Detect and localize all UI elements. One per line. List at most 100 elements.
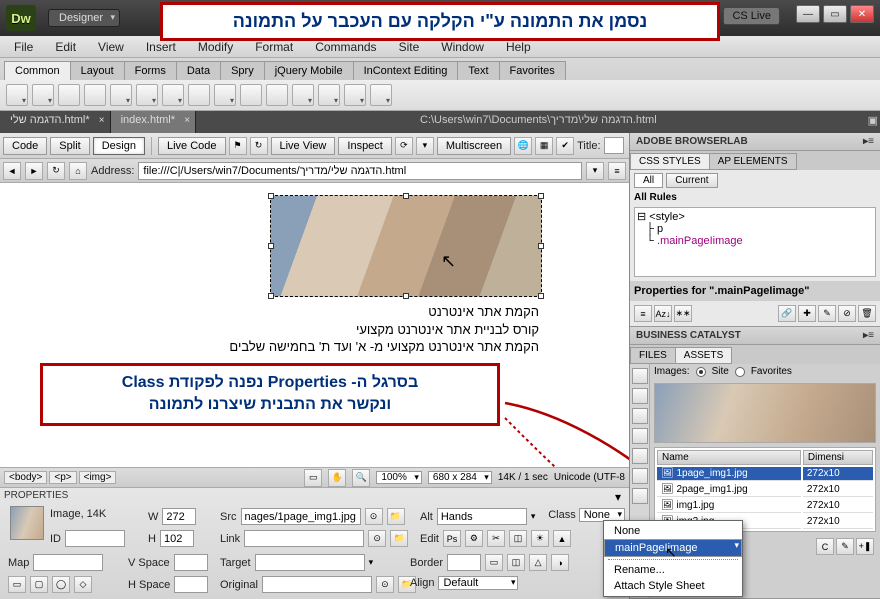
close-button[interactable]: ✕: [850, 5, 874, 23]
properties-collapse-icon[interactable]: ▾: [615, 490, 621, 504]
address-input[interactable]: [138, 162, 582, 180]
delete-rule-icon[interactable]: 🗑: [858, 305, 876, 322]
live-code-button[interactable]: Live Code: [158, 137, 226, 155]
edit-asset-icon[interactable]: ✎: [836, 538, 854, 555]
refresh-assets-icon[interactable]: C: [816, 538, 834, 555]
doc-tab-1[interactable]: index.html*×: [111, 111, 196, 133]
col-dim[interactable]: Dimensi: [803, 450, 873, 465]
point-to-file-icon[interactable]: ⊙: [368, 530, 386, 547]
favorites-radio[interactable]: [735, 367, 745, 377]
original-input[interactable]: [262, 576, 372, 593]
border-tool3-icon[interactable]: △: [529, 554, 547, 571]
assets-tab[interactable]: ASSETS: [675, 347, 732, 364]
insert-tab-layout[interactable]: Layout: [70, 61, 125, 80]
id-input[interactable]: [65, 530, 125, 547]
cs-live-button[interactable]: CS Live: [723, 7, 780, 25]
window-size-select[interactable]: 680 x 284: [428, 471, 492, 484]
view-options-icon[interactable]: ▾: [416, 137, 434, 155]
link-input[interactable]: [244, 530, 364, 547]
point-to-file-icon[interactable]: ⊙: [376, 576, 394, 593]
asset-media-icon[interactable]: [632, 428, 648, 444]
inspect-button[interactable]: Inspect: [338, 137, 391, 155]
map-input[interactable]: [33, 554, 103, 571]
disable-rule-icon[interactable]: ⊘: [838, 305, 856, 322]
browse-icon[interactable]: 📁: [387, 508, 405, 525]
collapse-doc-icon[interactable]: ▣: [868, 114, 878, 127]
insert-anchor-icon[interactable]: [58, 84, 80, 106]
border-tool2-icon[interactable]: ◫: [507, 554, 525, 571]
pointer-hotspot-icon[interactable]: ▭: [8, 576, 26, 593]
asset-row[interactable]: 🖼 img1.jpg272x10: [657, 499, 873, 513]
css-cat-icon[interactable]: ≡: [634, 305, 652, 322]
h-input[interactable]: [160, 530, 194, 547]
col-name[interactable]: Name: [657, 450, 801, 465]
insert-tab-spry[interactable]: Spry: [220, 61, 265, 80]
insert-tab-jquery[interactable]: jQuery Mobile: [264, 61, 354, 80]
doc-tab-0[interactable]: הדגמה שלי.html*×: [0, 111, 111, 133]
browser-nav-icon[interactable]: ⟳: [395, 137, 413, 155]
insert-ssi-icon[interactable]: [240, 84, 262, 106]
vspace-input[interactable]: [174, 554, 208, 571]
edit-rule-icon[interactable]: ✎: [818, 305, 836, 322]
class-attach[interactable]: Attach Style Sheet: [604, 578, 742, 594]
asset-row[interactable]: 🖼 2page_img1.jpg272x10: [657, 483, 873, 497]
insert-tag-icon[interactable]: [370, 84, 392, 106]
border-input[interactable]: [447, 554, 481, 571]
asset-row[interactable]: 🖼 1page_img1.jpg272x10: [657, 467, 873, 481]
workspace-layout-dropdown[interactable]: Designer: [48, 9, 120, 27]
insert-script-icon[interactable]: [318, 84, 340, 106]
class-rename[interactable]: Rename...: [604, 562, 742, 578]
edit-ps-icon[interactable]: Ps: [443, 530, 461, 547]
close-icon[interactable]: ×: [99, 115, 105, 126]
css-all-button[interactable]: All: [634, 173, 663, 188]
nav-home-icon[interactable]: ⌂: [69, 162, 87, 180]
border-tool-icon[interactable]: ▭: [485, 554, 503, 571]
sharpen-icon[interactable]: ▲: [553, 530, 571, 547]
asset-library-icon[interactable]: [632, 488, 648, 504]
nav-refresh-icon[interactable]: ↻: [47, 162, 65, 180]
w-input[interactable]: [162, 508, 196, 525]
asset-colors-icon[interactable]: [632, 388, 648, 404]
resample-icon[interactable]: ◫: [509, 530, 527, 547]
files-tab[interactable]: FILES: [630, 347, 676, 364]
menu-edit[interactable]: Edit: [45, 38, 86, 56]
hspace-input[interactable]: [174, 576, 208, 593]
validate-icon[interactable]: ✔: [556, 137, 574, 155]
insert-table-icon[interactable]: [84, 84, 106, 106]
business-catalyst-header[interactable]: BUSINESS CATALYST▸≡: [630, 327, 880, 344]
align-select[interactable]: Default: [438, 576, 518, 590]
edit-settings-icon[interactable]: ⚙: [465, 530, 483, 547]
zoom-tool-icon[interactable]: 🔍: [352, 469, 370, 487]
tag-selector[interactable]: <body><p><img>: [4, 472, 118, 483]
insert-media-icon[interactable]: [162, 84, 184, 106]
add-favorite-icon[interactable]: +❚: [856, 538, 874, 555]
oval-hotspot-icon[interactable]: ◯: [52, 576, 70, 593]
page-title-input[interactable]: [604, 137, 624, 154]
ap-elements-tab[interactable]: AP ELEMENTS: [709, 153, 797, 170]
browse-icon[interactable]: 📁: [390, 530, 408, 547]
src-input[interactable]: [241, 508, 361, 525]
alt-input[interactable]: [437, 508, 527, 525]
multiscreen-button[interactable]: Multiscreen: [437, 137, 511, 155]
insert-comment-icon[interactable]: [266, 84, 288, 106]
css-rules-tree[interactable]: ⊟ <style> ├ p └ .mainPageIimage: [634, 207, 876, 277]
zoom-select[interactable]: 100%: [376, 471, 422, 484]
minimize-button[interactable]: —: [796, 5, 820, 23]
css-set-icon[interactable]: ∗∗: [674, 305, 692, 322]
maximize-button[interactable]: ▭: [823, 5, 847, 23]
insert-tab-incontext[interactable]: InContext Editing: [353, 61, 459, 80]
view-design-button[interactable]: Design: [93, 137, 145, 155]
insert-tab-data[interactable]: Data: [176, 61, 221, 80]
insert-hyperlink-icon[interactable]: [6, 84, 28, 106]
asset-images-icon[interactable]: [632, 368, 648, 384]
target-input[interactable]: [255, 554, 365, 571]
rect-hotspot-icon[interactable]: ▢: [30, 576, 48, 593]
new-rule-icon[interactable]: ✚: [798, 305, 816, 322]
crop-icon[interactable]: ✂: [487, 530, 505, 547]
insert-head-icon[interactable]: [292, 84, 314, 106]
point-to-file-icon[interactable]: ⊙: [365, 508, 383, 525]
class-option-none[interactable]: None: [604, 523, 742, 539]
insert-date-icon[interactable]: [214, 84, 236, 106]
insert-email-icon[interactable]: [32, 84, 54, 106]
menu-view[interactable]: View: [88, 38, 134, 56]
